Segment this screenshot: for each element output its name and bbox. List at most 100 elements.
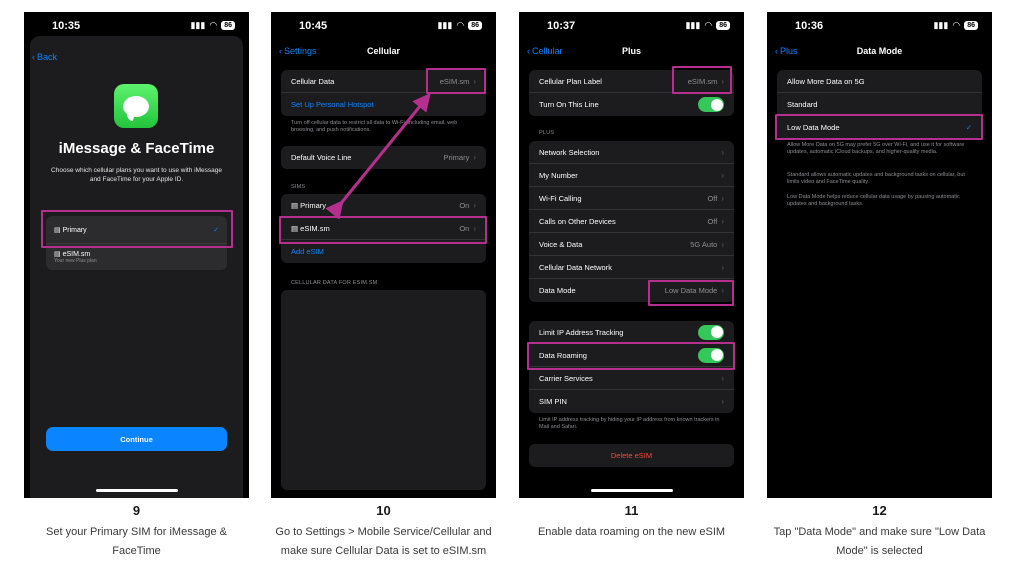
- phone-screen-12: 10:36 ▮▮▮ ◠ 86 ‹ Plus Data Mode Allow Mo…: [767, 12, 992, 498]
- data-mode-row[interactable]: Data Mode Low Data Mode ›: [529, 279, 734, 302]
- sim-card-icon: ▤: [291, 223, 301, 233]
- limit-ip-toggle[interactable]: [698, 324, 724, 340]
- phone-screen-10: 10:45 ▮▮▮ ◠ 86 ‹ Settings Cellular Cellu…: [271, 12, 496, 498]
- step-caption: Enable data roaming on the new eSIM: [537, 526, 726, 538]
- default-voice-row[interactable]: Default Voice Line Primary ›: [281, 146, 486, 169]
- row-value: On: [459, 223, 470, 233]
- speech-bubble-icon: [123, 95, 149, 117]
- turn-on-line-toggle[interactable]: [698, 97, 724, 112]
- section-header-data: CELLULAR DATA FOR ESIM.SM: [291, 280, 378, 286]
- sim-option-label: eSIM.sm: [62, 251, 91, 258]
- messages-app-icon: [114, 84, 158, 128]
- chevron-right-icon: ›: [721, 216, 724, 226]
- nav-bar: ‹ Settings Cellular: [271, 42, 496, 64]
- step-number: 10: [376, 503, 391, 518]
- turn-on-line-row: Turn On This Line: [529, 93, 734, 116]
- sim-option-sub: Your new Plus plan: [54, 258, 97, 264]
- signal-icon: ▮▮▮: [190, 20, 206, 30]
- row-label: Default Voice Line: [291, 153, 352, 162]
- checkmark-icon: ✓: [965, 123, 972, 132]
- row-label: Calls on Other Devices: [539, 216, 616, 226]
- limit-ip-note: Limit IP address tracking by hiding your…: [539, 417, 720, 430]
- row-label: Limit IP Address Tracking: [539, 327, 624, 337]
- chevron-right-icon: ›: [473, 153, 476, 162]
- nav-title: Plus: [621, 46, 641, 56]
- cellular-data-note: Turn off cellular data to restrict all d…: [291, 120, 458, 133]
- continue-button[interactable]: Continue: [46, 427, 227, 451]
- data-roaming-toggle[interactable]: [698, 347, 724, 363]
- nav-bar: ‹ Plus Data Mode: [767, 42, 992, 64]
- battery-icon: 86: [964, 21, 978, 30]
- row-value: eSIM.sm: [439, 76, 470, 86]
- back-label: Back: [37, 52, 58, 62]
- privacy-group: Limit IP Address Tracking Data Roaming C…: [529, 321, 734, 413]
- hotspot-link[interactable]: Set Up Personal Hotspot: [281, 93, 486, 116]
- sim-row-primary[interactable]: ▤ Primary On ›: [281, 194, 486, 217]
- sim-option-esim[interactable]: ▤ eSIM.sm Your new Plus plan: [46, 244, 227, 270]
- chevron-right-icon: ›: [721, 373, 724, 383]
- carrier-services-row[interactable]: Carrier Services ›: [529, 367, 734, 390]
- wifi-calling-row[interactable]: Wi-Fi Calling Off ›: [529, 187, 734, 210]
- signal-icon: ▮▮▮: [685, 20, 701, 30]
- page-title: iMessage & FaceTime: [58, 140, 215, 157]
- limit-ip-row: Limit IP Address Tracking: [529, 321, 734, 344]
- section-header-sims: SIMs: [291, 184, 306, 190]
- option-standard[interactable]: Standard: [777, 93, 982, 116]
- sim-pin-row[interactable]: SIM PIN ›: [529, 390, 734, 413]
- row-label: Voice & Data: [539, 239, 583, 249]
- row-label: Data Roaming: [539, 350, 587, 360]
- plan-label-row[interactable]: Cellular Plan Label eSIM.sm ›: [529, 70, 734, 93]
- sim-card-icon: ▤: [54, 251, 63, 258]
- row-value: Primary: [443, 153, 470, 162]
- nav-title: Data Mode: [856, 46, 903, 56]
- wifi-icon: ◠: [704, 20, 713, 30]
- step-caption: Set your Primary SIM for iMessage & Face…: [46, 526, 227, 557]
- home-indicator: [590, 488, 673, 492]
- row-label: Primary: [300, 200, 327, 210]
- sim-row-esim[interactable]: ▤ eSIM.sm On ›: [281, 217, 486, 240]
- step-caption: Tap "Data Mode" and make sure "Low Data …: [773, 526, 986, 557]
- delete-esim-button[interactable]: Delete eSIM: [529, 444, 734, 467]
- chevron-right-icon: ›: [721, 76, 724, 86]
- status-bar: 10:37 ▮▮▮ ◠ 86: [519, 12, 744, 38]
- status-time: 10:35: [52, 20, 81, 32]
- chevron-right-icon: ›: [473, 76, 476, 86]
- wifi-icon: ◠: [952, 20, 961, 30]
- cellular-data-row[interactable]: Cellular Data eSIM.sm ›: [281, 70, 486, 93]
- add-esim-button[interactable]: Add eSIM: [281, 240, 486, 263]
- chevron-right-icon: ›: [721, 397, 724, 406]
- chevron-right-icon: ›: [473, 223, 476, 233]
- step-caption: Go to Settings > Mobile Service/Cellular…: [275, 526, 492, 557]
- option-label: Standard: [787, 99, 818, 109]
- battery-icon: 86: [468, 21, 482, 30]
- my-number-row[interactable]: My Number ›: [529, 164, 734, 187]
- row-label: Data Mode: [539, 286, 576, 295]
- battery-icon: 86: [221, 21, 235, 30]
- sim-option-primary[interactable]: ▤ Primary ✓: [46, 216, 227, 244]
- cellular-data-group: Cellular Data eSIM.sm › Set Up Personal H…: [281, 70, 486, 116]
- row-label: Network Selection: [539, 147, 600, 157]
- option-label: Low Data Mode: [787, 123, 840, 132]
- signal-icon: ▮▮▮: [933, 20, 949, 30]
- option-label: Allow More Data on 5G: [787, 76, 865, 86]
- row-value: Off: [707, 216, 718, 226]
- calls-other-devices-row[interactable]: Calls on Other Devices Off ›: [529, 210, 734, 233]
- sims-group: ▤ Primary On › ▤ eSIM.sm On › Add eSIM: [281, 194, 486, 263]
- wifi-icon: ◠: [456, 20, 465, 30]
- phone-screen-11: 10:37 ▮▮▮ ◠ 86 ‹ Cellular Plus Cellular …: [519, 12, 744, 498]
- status-bar: 10:36 ▮▮▮ ◠ 86: [767, 12, 992, 38]
- back-button[interactable]: ‹ Back: [32, 52, 57, 62]
- row-label: Cellular Data Network: [539, 262, 612, 272]
- cellular-data-network-row[interactable]: Cellular Data Network ›: [529, 256, 734, 279]
- row-label: Cellular Data: [291, 76, 335, 86]
- option-allow-more-data[interactable]: Allow More Data on 5G: [777, 70, 982, 93]
- voice-data-row[interactable]: Voice & Data 5G Auto ›: [529, 233, 734, 256]
- step-number: 9: [132, 503, 141, 518]
- chevron-right-icon: ›: [721, 262, 724, 272]
- chevron-right-icon: ›: [721, 147, 724, 157]
- delete-group: Delete eSIM: [529, 444, 734, 467]
- note-allow-more-data: Allow More Data on 5G may prefer 5G over…: [787, 142, 965, 155]
- network-selection-row[interactable]: Network Selection ›: [529, 141, 734, 164]
- option-low-data-mode[interactable]: Low Data Mode ✓: [777, 116, 982, 139]
- row-label: Carrier Services: [539, 373, 593, 383]
